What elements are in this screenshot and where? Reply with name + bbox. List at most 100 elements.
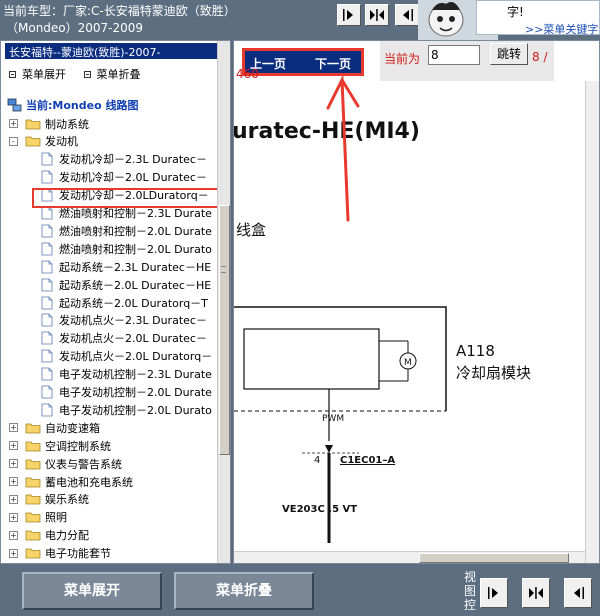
page-number-input[interactable]: [428, 45, 480, 65]
expand-node-icon[interactable]: +: [9, 530, 18, 540]
tree-item[interactable]: 发动机冷却－2.3L Duratec－: [41, 151, 207, 168]
folder-icon: [25, 459, 41, 469]
tree-item[interactable]: 起动系统－2.0L Duratorq－T: [41, 294, 208, 311]
diagram-vertical-scrollbar[interactable]: [585, 81, 599, 563]
tree-item[interactable]: 电子发动机控制－2.3L Durate: [41, 366, 212, 383]
menu-keyword-link[interactable]: >>菜单关键字: [525, 21, 598, 37]
document-icon: [41, 349, 53, 363]
tree-item-label: 发动机冷却－2.3L Duratec－: [59, 153, 207, 167]
selected-item-highlight: [32, 188, 222, 208]
page-toolbar: 上一页 下一页 当前为 跳转 8 / 460: [234, 41, 599, 81]
menu-panel: 长安福特--蒙迪欧(致胜)-2007- 菜单展开 菜单折叠 当前:Mondeo …: [0, 40, 231, 564]
document-icon: [41, 224, 53, 238]
expand-menu-button[interactable]: 菜单展开: [22, 572, 162, 610]
tree-item-label: 自动变速箱: [45, 421, 100, 435]
tree-folder[interactable]: + 制动系统: [9, 115, 89, 132]
collapse-all-icon: [83, 70, 91, 78]
menu-expand-link[interactable]: 菜单展开: [9, 66, 66, 82]
expand-node-icon[interactable]: +: [9, 119, 18, 128]
menu-collapse-link[interactable]: 菜单折叠: [83, 66, 141, 82]
page-jump-area: 当前为 跳转 8 /: [380, 41, 554, 81]
tree-item[interactable]: 发动机点火－2.0L Duratec－: [41, 330, 207, 347]
tree-item-label: 起动系统－2.0L Duratorq－T: [59, 296, 208, 310]
current-page-label: 当前为: [384, 52, 421, 66]
tree-folder[interactable]: + 自动变速箱: [9, 419, 100, 436]
view-split-button[interactable]: [365, 4, 389, 26]
tree-item[interactable]: 发动机点火－2.3L Duratec－: [41, 312, 207, 329]
bottom-view-split-button[interactable]: [522, 578, 550, 608]
tree-folder[interactable]: - 发动机: [9, 133, 78, 150]
folder-icon: [25, 119, 41, 129]
folder-icon: [25, 494, 41, 505]
tree-item-label: 蓄电池和充电系统: [45, 475, 133, 489]
document-icon: [41, 331, 53, 345]
tree-item[interactable]: 发动机点火－2.0L Duratorq－: [41, 348, 212, 365]
jump-button[interactable]: 跳转: [490, 43, 528, 65]
expand-node-icon[interactable]: +: [9, 512, 18, 522]
folder-icon: [25, 136, 41, 147]
module-name: 冷却扇模块: [456, 364, 532, 382]
hint-text: 字!: [507, 5, 524, 19]
arrow-right-icon: [488, 587, 498, 599]
diagram-horizontal-scrollbar-thumb[interactable]: [419, 553, 569, 563]
document-icon: [41, 296, 53, 309]
tree-item-label: 娱乐系统: [45, 493, 89, 507]
vehicle-info-line1: 当前车型：厂家:C-长安福特蒙迪欧（致胜）: [3, 4, 236, 18]
tree-folder[interactable]: + 照明: [9, 509, 67, 526]
connector-label: C1EC01–A: [340, 455, 396, 466]
view-right-button[interactable]: [337, 4, 361, 26]
collapse-menu-button[interactable]: 菜单折叠: [174, 572, 314, 610]
menu-title: 长安福特--蒙迪欧(致胜)-2007-: [5, 43, 225, 59]
bottom-view-left-button[interactable]: [564, 578, 592, 608]
tree-item-label: 电子发动机控制－2.0L Durate: [59, 386, 212, 399]
split-arrows-icon: [370, 9, 384, 21]
expand-node-icon[interactable]: +: [9, 423, 18, 433]
total-pages-count: 460: [236, 67, 259, 81]
tree-item-label: 电子功能套节: [45, 547, 111, 561]
collapse-node-icon[interactable]: -: [9, 136, 18, 146]
tree-item[interactable]: 燃油喷射和控制－2.0L Durato: [41, 240, 212, 257]
expand-node-icon[interactable]: +: [9, 494, 18, 504]
pwm-label: PWM: [322, 414, 345, 424]
network-icon: [7, 98, 22, 112]
tree-item[interactable]: 电子发动机控制－2.0L Durate: [41, 384, 212, 401]
expand-node-icon[interactable]: +: [9, 441, 18, 451]
tree-item-label: 燃油喷射和控制－2.0L Durato: [59, 242, 212, 256]
tree-item[interactable]: 起动系统－2.3L Duratec－HE: [41, 258, 211, 275]
tree-folder[interactable]: + 娱乐系统: [9, 491, 89, 508]
tree-item[interactable]: 发动机冷却－2.0L Duratec－: [41, 169, 207, 186]
expand-node-icon[interactable]: +: [9, 477, 18, 486]
document-icon: [41, 170, 53, 184]
menu-scrollbar[interactable]: [217, 41, 230, 563]
document-icon: [41, 278, 53, 291]
folder-icon: [25, 477, 41, 487]
tree-item[interactable]: 电子发动机控制－2.0L Durato: [41, 401, 212, 418]
diagram-lines: M: [234, 306, 447, 543]
menu-scrollbar-thumb[interactable]: [219, 205, 230, 455]
diagram-panel: 上一页 下一页 当前为 跳转 8 / 460 M: [233, 40, 600, 564]
tree-folder[interactable]: + 空调控制系统: [9, 437, 111, 454]
document-icon: [41, 152, 53, 166]
tree-folder[interactable]: + 蓄电池和充电系统: [9, 473, 133, 490]
tree-item-label: 起动系统－2.3L Duratec－HE: [59, 260, 212, 274]
tree-folder[interactable]: + 电力分配: [9, 527, 89, 544]
module-code: A118: [456, 342, 495, 360]
tree-folder[interactable]: + 仪表与警告系统: [9, 455, 122, 472]
tree-root[interactable]: 当前:Mondeo 线路图: [7, 97, 138, 113]
diagram-horizontal-scrollbar[interactable]: [234, 551, 585, 563]
folder-icon: [25, 548, 41, 559]
arrow-left-icon: [403, 9, 413, 21]
tree-item[interactable]: 起动系统－2.0L Duratec－HE: [41, 276, 211, 293]
tree-item[interactable]: 燃油喷射和控制－2.0L Durate: [41, 222, 212, 239]
tree-folder[interactable]: + 电子功能套节: [9, 545, 111, 562]
tree-item-label: 发动机点火－2.3L Duratec－: [59, 314, 207, 328]
tree-item-label: 发动机: [45, 135, 78, 149]
bottom-view-right-button[interactable]: [480, 578, 508, 608]
expand-node-icon[interactable]: +: [9, 548, 18, 558]
svg-text:M: M: [404, 358, 412, 368]
tree-item-label: 起动系统－2.0L Duratec－HE: [59, 278, 212, 292]
tree-item-label: 电子发动机控制－2.3L Durate: [59, 368, 212, 382]
document-icon: [41, 313, 53, 327]
expand-node-icon[interactable]: +: [9, 459, 18, 469]
view-left-button[interactable]: [395, 4, 419, 26]
